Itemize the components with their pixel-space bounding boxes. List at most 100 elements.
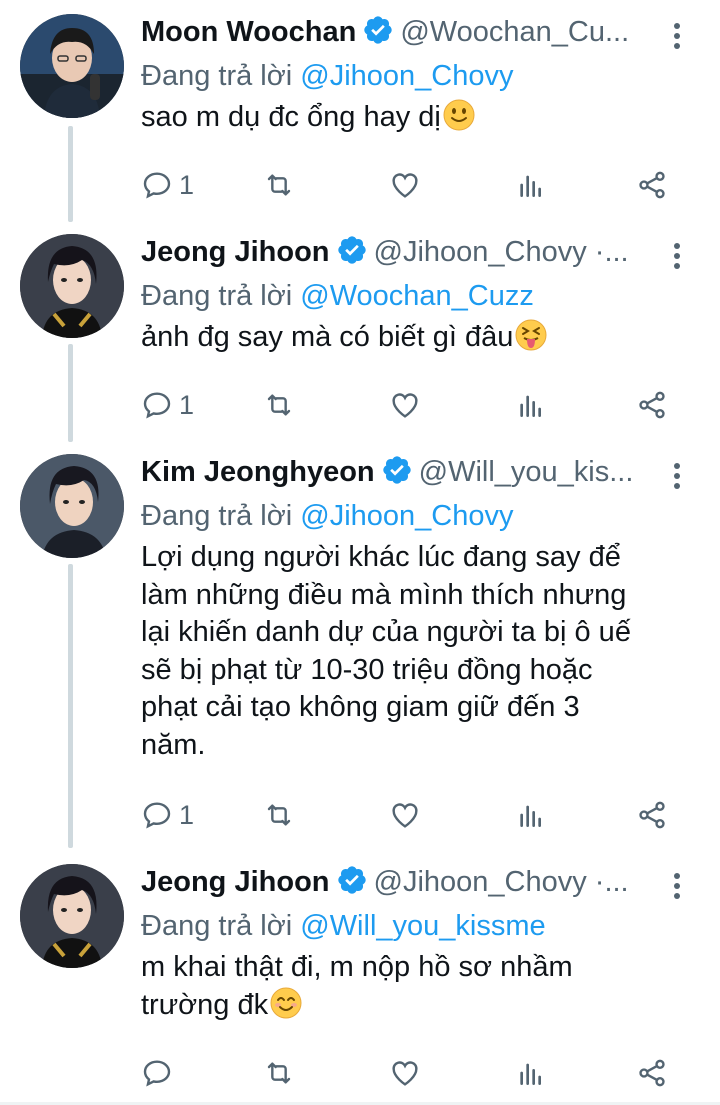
tweet-header: Jeong Jihoon @Jihoon_Chovy ·... (141, 236, 706, 276)
like-button[interactable] (389, 385, 421, 425)
avatar[interactable] (20, 454, 124, 558)
heart-icon (392, 1061, 418, 1086)
author-name[interactable]: Kim Jeonghyeon (141, 456, 375, 488)
share-button[interactable] (636, 385, 668, 425)
reply-count: 1 (179, 169, 195, 200)
tweet-text: sao m dụ đc ổng hay dị (141, 99, 706, 137)
tweet-text-line: phạt cải tạo không giam giữ đến 3 (141, 691, 580, 723)
like-button[interactable] (389, 1053, 421, 1093)
reply-button[interactable] (141, 1053, 179, 1093)
tweet-header: Kim Jeonghyeon @Will_you_kis... (141, 456, 706, 496)
tweet-text-line: trường đk (141, 987, 706, 1025)
tweet-text: Lợi dụng người khác lúc đang say để làm … (141, 539, 706, 764)
tweet-text-line: sẽ bị phạt từ 10-30 triệu đồng hoặc (141, 653, 593, 686)
smiling-face-with-smiling-eyes-icon (270, 987, 302, 1018)
more-vertical-icon[interactable] (672, 22, 682, 50)
more-vertical-icon[interactable] (672, 242, 682, 270)
mention-link[interactable]: @Woochan_Cuzz (300, 280, 534, 312)
replying-to: Đang trả lời @Will_you_kissme (141, 906, 706, 946)
tweet-text-line: sao m dụ đc ổng hay dị (141, 101, 441, 133)
retweet-button[interactable] (263, 1053, 295, 1093)
tweet[interactable]: Jeong Jihoon @Jihoon_Chovy ·... Đang trả … (0, 850, 720, 1102)
author-handle[interactable]: @Jihoon_Chovy ·... (374, 866, 629, 898)
retweet-icon (267, 394, 291, 416)
reply-button[interactable]: 1 (141, 795, 194, 835)
retweet-icon (267, 804, 291, 826)
verified-badge-icon (364, 16, 392, 44)
squinting-tongue-face-icon (515, 319, 547, 351)
author-handle[interactable]: @Woochan_Cu... (400, 16, 629, 48)
share-button[interactable] (636, 165, 668, 205)
views-button[interactable] (515, 1053, 547, 1093)
reply-count: 1 (179, 389, 195, 420)
reply-icon (143, 802, 171, 829)
replying-to-label: Đang trả lời (141, 280, 301, 312)
mention-link[interactable]: @Jihoon_Chovy (300, 60, 513, 92)
tweet[interactable]: Moon Woochan @Woochan_Cu... Đang trả lời … (0, 0, 720, 220)
tweet-actions: 1 (141, 165, 681, 205)
author-handle[interactable]: @Jihoon_Chovy ·... (374, 236, 629, 268)
tweet-text-line: làm những điều mà mình thích nhưng (141, 578, 627, 611)
tweet[interactable]: Jeong Jihoon @Jihoon_Chovy ·... Đang trả … (0, 220, 720, 440)
share-button[interactable] (636, 1053, 668, 1093)
reply-button[interactable]: 1 (141, 385, 194, 425)
tweet-actions (141, 1053, 681, 1093)
tweet-actions: 1 (141, 385, 681, 425)
views-button[interactable] (515, 385, 547, 425)
author-handle[interactable]: @Will_you_kis... (419, 456, 634, 488)
retweet-icon (267, 1062, 291, 1084)
replying-to: Đang trả lời @Woochan_Cuzz (141, 276, 706, 316)
tweet-header: Moon Woochan @Woochan_Cu... (141, 16, 706, 56)
reply-button[interactable]: 1 (141, 165, 194, 205)
author-name[interactable]: Moon Woochan (141, 16, 356, 48)
replying-to-label: Đang trả lời (141, 60, 301, 92)
tweet-text-line: lại khiến danh dự của người ta bị ô uế (141, 616, 631, 648)
author-name[interactable]: Jeong Jihoon (141, 866, 330, 898)
retweet-button[interactable] (263, 165, 295, 205)
like-button[interactable] (389, 165, 421, 205)
reply-thread: Moon Woochan @Woochan_Cu... Đang trả lời … (0, 0, 720, 1105)
share-icon (639, 801, 665, 829)
avatar[interactable] (20, 234, 124, 338)
reply-icon (143, 1060, 171, 1087)
retweet-button[interactable] (263, 385, 295, 425)
views-button[interactable] (515, 165, 547, 205)
tweet-text-line: năm. (141, 728, 206, 761)
replying-to: Đang trả lời @Jihoon_Chovy (141, 496, 706, 536)
share-icon (639, 1059, 665, 1087)
more-vertical-icon[interactable] (672, 872, 682, 900)
tweet-text-fragment: trường đk (141, 988, 269, 1021)
tweet-text-line: ảnh đg say mà có biết gì đâu (141, 321, 514, 353)
heart-icon (392, 393, 418, 418)
tweet-header: Jeong Jihoon @Jihoon_Chovy ·... (141, 866, 706, 906)
mention-link[interactable]: @Jihoon_Chovy (300, 500, 513, 532)
replying-to: Đang trả lời @Jihoon_Chovy (141, 56, 706, 96)
more-vertical-icon[interactable] (672, 462, 682, 490)
like-button[interactable] (389, 795, 421, 835)
author-name[interactable]: Jeong Jihoon (141, 236, 330, 268)
views-icon (520, 395, 541, 417)
avatar[interactable] (20, 14, 124, 118)
tweet-text-line: Lợi dụng người khác lúc đang say để (141, 541, 621, 573)
mention-link[interactable]: @Will_you_kissme (300, 910, 545, 942)
share-icon (639, 391, 665, 419)
verified-badge-icon (337, 866, 366, 894)
tweet-text: ảnh đg say mà có biết gì đâu (141, 319, 706, 357)
avatar[interactable] (20, 864, 124, 968)
tweet[interactable]: Kim Jeonghyeon @Will_you_kis... Đang trả … (0, 440, 720, 850)
views-icon (520, 175, 541, 197)
verified-badge-icon (337, 236, 366, 264)
tweet-text: m khai thật đi, m nộp hồ sơ nhầm trường … (141, 949, 706, 1024)
views-icon (520, 1063, 541, 1085)
views-icon (520, 805, 541, 827)
views-button[interactable] (515, 795, 547, 835)
tweet-text-line: m khai thật đi, m nộp hồ sơ nhầm (141, 951, 573, 983)
replying-to-label: Đang trả lời (141, 910, 301, 942)
share-button[interactable] (636, 795, 668, 835)
verified-badge-icon (382, 456, 411, 484)
reply-count: 1 (179, 799, 195, 830)
replying-to-label: Đang trả lời (141, 500, 301, 532)
retweet-button[interactable] (263, 795, 295, 835)
heart-icon (392, 803, 418, 828)
share-icon (639, 171, 665, 199)
